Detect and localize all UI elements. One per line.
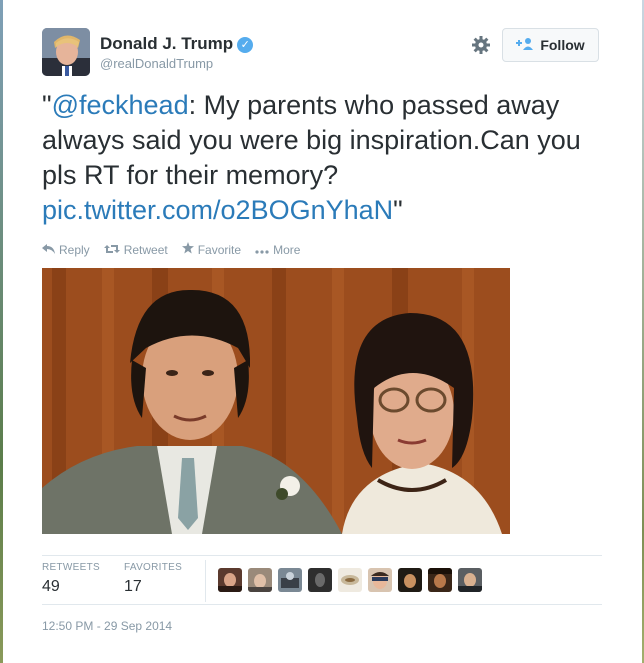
retweeter-avatar[interactable] [338, 568, 362, 592]
retweeter-avatar[interactable] [398, 568, 422, 592]
retweeter-avatar[interactable] [218, 568, 242, 592]
author-handle[interactable]: @realDonaldTrump [100, 56, 213, 71]
favorites-count: 17 [124, 578, 142, 595]
mention-link[interactable]: @feckhead [52, 90, 189, 120]
tweet-photo[interactable] [42, 268, 510, 534]
reply-icon [42, 243, 55, 257]
retweet-icon [103, 243, 120, 257]
retweeter-avatar[interactable] [278, 568, 302, 592]
stats-divider-top [42, 555, 602, 556]
retweeter-avatar[interactable] [428, 568, 452, 592]
media-link[interactable]: pic.twitter.com/o2BOGnYhaN [42, 195, 393, 225]
retweets-count: 49 [42, 578, 60, 595]
more-label: More [273, 242, 301, 257]
stats-divider-bottom [42, 604, 602, 605]
retweeter-avatar[interactable] [368, 568, 392, 592]
favorites-label: FAVORITES [124, 562, 183, 573]
star-icon [181, 242, 194, 257]
add-user-icon [516, 37, 534, 54]
stats-divider-vertical [205, 560, 206, 602]
tweet-text: "@feckhead: My parents who passed away a… [42, 88, 612, 228]
window-edge-left [0, 0, 3, 663]
retweet-label: Retweet [123, 242, 168, 257]
author-avatar[interactable] [42, 28, 90, 76]
retweeter-avatar[interactable] [248, 568, 272, 592]
quote-open: " [42, 90, 52, 120]
retweet-action[interactable]: Retweet [103, 242, 168, 257]
retweeter-avatar[interactable] [308, 568, 332, 592]
retweets-stat[interactable]: RETWEETS 49 [42, 562, 100, 596]
favorite-label: Favorite [197, 242, 242, 257]
quote-close: " [393, 195, 403, 225]
retweeter-avatars [218, 568, 482, 592]
favorites-stat[interactable]: FAVORITES 17 [124, 562, 182, 596]
reply-action[interactable]: Reply [42, 242, 90, 257]
favorite-action[interactable]: Favorite [181, 242, 242, 257]
more-action[interactable]: More [255, 242, 300, 257]
more-dots-icon [255, 243, 269, 257]
retweeter-avatar[interactable] [458, 568, 482, 592]
reply-label: Reply [59, 242, 90, 257]
verified-badge-icon: ✓ [237, 37, 254, 53]
gear-icon[interactable] [471, 35, 491, 55]
tweet-actions: Reply Retweet Favorite More [42, 242, 300, 257]
tweet-timestamp[interactable]: 12:50 PM - 29 Sep 2014 [42, 619, 172, 633]
follow-button[interactable]: Follow [502, 28, 599, 62]
author-name[interactable]: Donald J. Trump ✓ [100, 34, 254, 54]
retweets-label: RETWEETS [42, 562, 100, 573]
follow-label: Follow [540, 37, 585, 53]
author-name-text[interactable]: Donald J. Trump [100, 34, 233, 53]
